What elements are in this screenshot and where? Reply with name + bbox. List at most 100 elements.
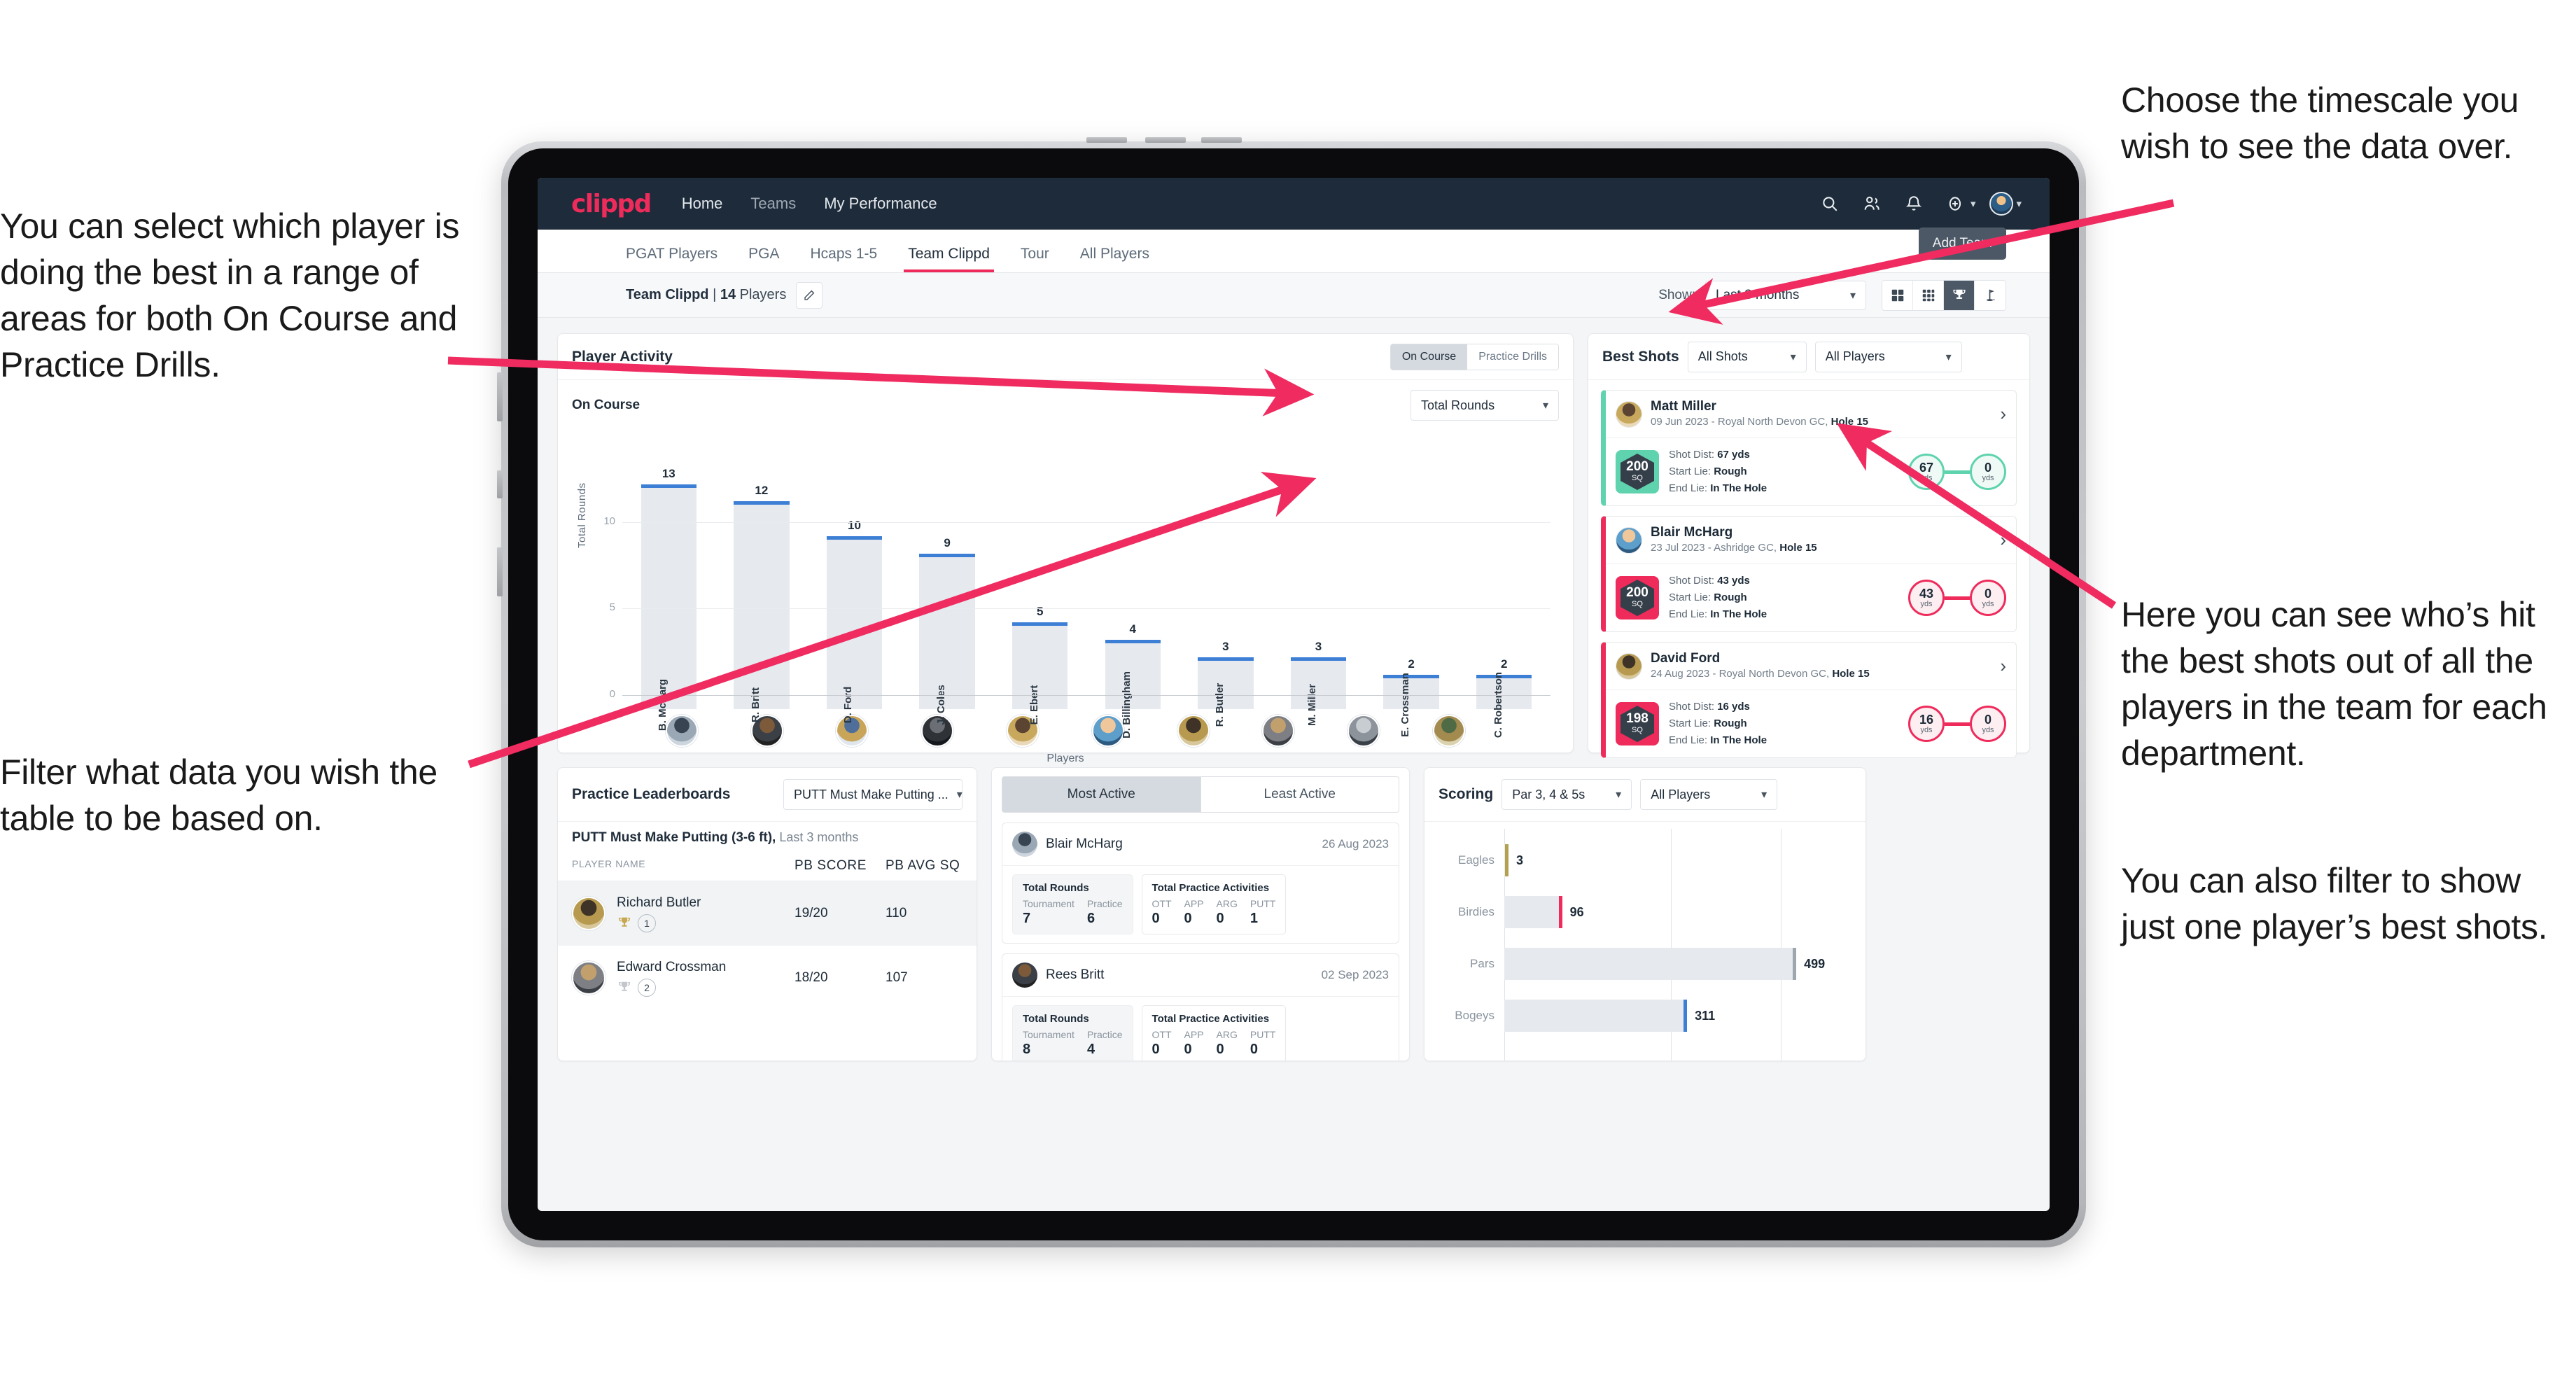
tab-hcaps-1-5[interactable]: Hcaps 1-5 bbox=[810, 246, 877, 272]
people-icon[interactable] bbox=[1860, 192, 1884, 216]
view-toggle-group bbox=[1882, 279, 2006, 311]
search-icon[interactable] bbox=[1818, 192, 1842, 216]
add-team-button[interactable]: Add Team bbox=[1918, 227, 2006, 260]
chevron-down-icon-profile[interactable]: ▾ bbox=[2016, 197, 2022, 210]
chevron-right-icon[interactable]: › bbox=[1993, 655, 2006, 677]
chart-bar-value: 4 bbox=[1129, 622, 1137, 636]
best-shot-card[interactable]: Matt Miller 09 Jun 2023 - Royal North Dev… bbox=[1601, 390, 2017, 507]
player-avatar bbox=[572, 961, 606, 995]
rounds-col-value: 6 bbox=[1086, 911, 1096, 926]
chart-bar-value: 3 bbox=[1222, 639, 1229, 653]
best-shot-card[interactable]: Blair McHarg 23 Jul 2023 - Ashridge GC, H… bbox=[1601, 516, 2017, 633]
player-avatar[interactable] bbox=[1091, 715, 1124, 747]
chart-bar-column[interactable]: 4 D. Billingham bbox=[1105, 443, 1161, 738]
chart-bar-column[interactable]: 12 R. Britt bbox=[734, 443, 790, 722]
distance-connector bbox=[1945, 470, 1970, 474]
nav-link-home[interactable]: Home bbox=[682, 195, 723, 213]
scoring-bar-cap bbox=[1684, 1000, 1688, 1032]
best-shots-player-filter[interactable]: All Players ▾ bbox=[1814, 341, 1962, 372]
chart-bar-column[interactable]: 2 C. Robertson bbox=[1476, 443, 1532, 738]
chart-bar-column[interactable]: 13 B. McHarg bbox=[640, 443, 697, 731]
flag-icon[interactable] bbox=[1975, 280, 2005, 310]
tab-least-active[interactable]: Least Active bbox=[1200, 776, 1399, 813]
nav-link-teams[interactable]: Teams bbox=[750, 195, 796, 213]
tablet-screen: clippd Home Teams My Performance ▾ ▾ PGA… bbox=[538, 178, 2050, 1211]
scoring-row[interactable]: Pars 499 bbox=[1437, 938, 1853, 990]
table-row[interactable]: Richard Butler 1 19/20 110 bbox=[558, 881, 976, 946]
grid-3x3-icon[interactable] bbox=[1913, 280, 1944, 310]
chart-bar-column[interactable]: 3 M. Miller bbox=[1290, 443, 1347, 726]
side-button-1[interactable] bbox=[497, 372, 503, 421]
team-name-text: Team Clippd bbox=[626, 287, 709, 302]
scoring-player-select[interactable]: All Players ▾ bbox=[1640, 779, 1778, 810]
player-avatar[interactable] bbox=[1262, 715, 1295, 747]
timescale-select[interactable]: Last 3 months ▾ bbox=[1705, 280, 1866, 310]
chevron-right-icon[interactable]: › bbox=[1993, 529, 2006, 551]
power-button[interactable] bbox=[1086, 137, 1127, 143]
add-circle-icon[interactable] bbox=[1944, 192, 1968, 216]
scoring-row[interactable]: Eagles 3 bbox=[1437, 834, 1853, 886]
trophy-icon[interactable] bbox=[1944, 280, 1975, 310]
chart-bar-column[interactable]: 9 J. Coles bbox=[919, 443, 975, 725]
shot-dist-value: 16 yds bbox=[1717, 701, 1750, 713]
shot-quality-badge: 200 SQ bbox=[1616, 450, 1659, 494]
chart-bar-column[interactable]: 5 E. Ebert bbox=[1011, 443, 1068, 724]
scoring-par-select[interactable]: Par 3, 4 & 5s ▾ bbox=[1502, 779, 1632, 810]
segment-on-course[interactable]: On Course bbox=[1390, 344, 1468, 370]
player-avatar bbox=[1012, 832, 1037, 857]
best-shot-player-name: Blair McHarg bbox=[1651, 525, 1733, 540]
nav-link-my-performance[interactable]: My Performance bbox=[824, 195, 937, 213]
distance-to-unit: yds bbox=[1982, 474, 1994, 483]
bell-icon[interactable] bbox=[1902, 192, 1926, 216]
player-avatar[interactable] bbox=[1177, 715, 1210, 747]
end-lie-value: In The Hole bbox=[1710, 734, 1768, 747]
shot-dist-value: 67 yds bbox=[1717, 449, 1750, 461]
side-button-3[interactable] bbox=[497, 547, 503, 596]
tab-all-players[interactable]: All Players bbox=[1080, 246, 1149, 272]
tab-most-active[interactable]: Most Active bbox=[1002, 776, 1201, 813]
best-shot-card[interactable]: David Ford 24 Aug 2023 - Royal North Devo… bbox=[1601, 642, 2017, 759]
best-shot-meta: 24 Aug 2023 - Royal North Devon GC, Hole… bbox=[1651, 667, 1870, 681]
best-shots-shot-filter[interactable]: All Shots ▾ bbox=[1687, 341, 1807, 372]
scoring-row[interactable]: Birdies 96 bbox=[1437, 886, 1853, 938]
tab-pga[interactable]: PGA bbox=[748, 246, 779, 272]
player-avatar[interactable] bbox=[665, 715, 698, 747]
metric-select[interactable]: Total Rounds ▾ bbox=[1410, 390, 1559, 421]
clippd-logo[interactable]: clippd bbox=[571, 190, 652, 218]
drill-select[interactable]: PUTT Must Make Putting ... ▾ bbox=[783, 779, 962, 810]
shot-dist-label: Shot Dist: bbox=[1669, 449, 1715, 461]
player-activity-title: Player Activity bbox=[572, 348, 673, 365]
distance-from-value: 67 bbox=[1919, 461, 1934, 475]
scoring-bar bbox=[1504, 844, 1508, 876]
best-shot-hole: Hole 15 bbox=[1832, 667, 1870, 680]
chevron-down-icon-add[interactable]: ▾ bbox=[1970, 197, 1976, 210]
chevron-right-icon[interactable]: › bbox=[1993, 403, 2006, 425]
rounds-col-value: 4 bbox=[1086, 1042, 1096, 1057]
volume-up-button[interactable] bbox=[1145, 137, 1186, 143]
end-lie-label: End Lie: bbox=[1669, 482, 1708, 495]
player-avatar[interactable] bbox=[1433, 715, 1466, 747]
grid-2x2-icon[interactable] bbox=[1882, 280, 1913, 310]
scoring-row[interactable]: Bogeys 311 bbox=[1437, 990, 1853, 1042]
volume-down-button[interactable] bbox=[1201, 137, 1242, 143]
side-button-2[interactable] bbox=[497, 470, 503, 498]
tab-team-clippd[interactable]: Team Clippd bbox=[904, 246, 994, 272]
chart-bar-column[interactable]: 2 E. Crossman bbox=[1383, 443, 1439, 737]
tab-pgat-players[interactable]: PGAT Players bbox=[626, 246, 718, 272]
chart-gridline bbox=[622, 695, 1550, 696]
pencil-icon[interactable] bbox=[796, 281, 823, 309]
chart-y-tick: 10 bbox=[603, 514, 615, 527]
player-avatar[interactable] bbox=[1348, 715, 1380, 747]
chart-bar-column[interactable]: 3 R. Butler bbox=[1198, 443, 1254, 727]
distance-to-value: 0 bbox=[1984, 713, 1991, 727]
chart-bar-column[interactable]: 10 D. Ford bbox=[826, 443, 883, 723]
tab-tour[interactable]: Tour bbox=[1021, 246, 1049, 272]
avatar[interactable] bbox=[1989, 192, 2014, 216]
chevron-down-icon: ▾ bbox=[1849, 289, 1856, 302]
segment-practice-drills[interactable]: Practice Drills bbox=[1467, 344, 1558, 370]
team-title: Team Clippd | 14 Players bbox=[626, 287, 786, 303]
table-row[interactable]: Edward Crossman 2 18/20 107 bbox=[558, 946, 976, 1010]
activity-card[interactable]: Blair McHarg 26 Aug 2023 Total Rounds Tourn… bbox=[1002, 822, 1399, 944]
activity-card[interactable]: Rees Britt 02 Sep 2023 Total Rounds Tournam… bbox=[1002, 953, 1399, 1060]
scoring-chart: Eagles 3 Birdies 96 Pars 499 Bogeys 311 bbox=[1424, 822, 1865, 1060]
